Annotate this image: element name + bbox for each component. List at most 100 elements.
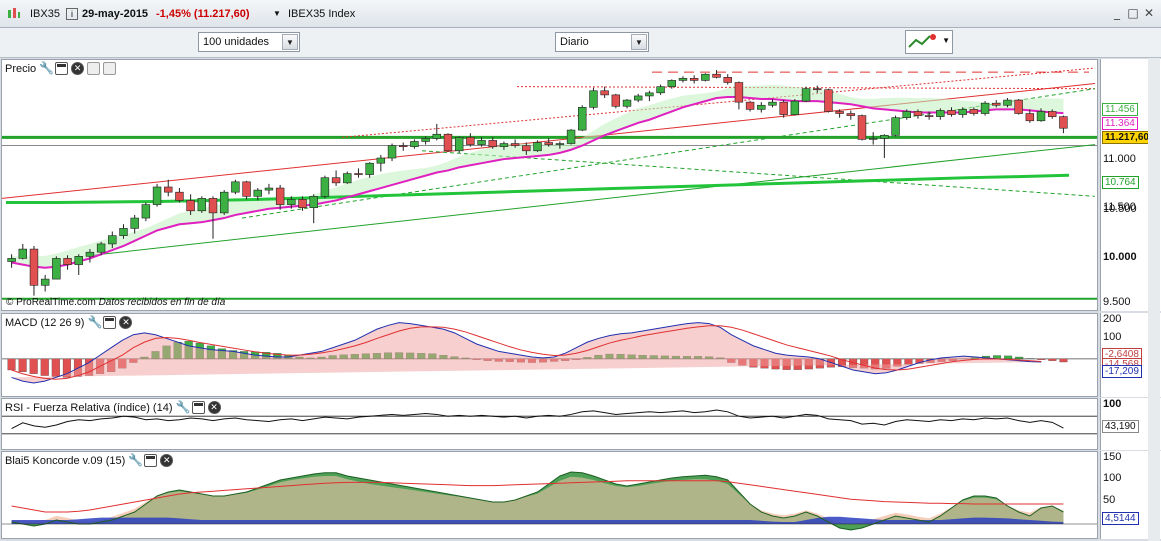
ticker-symbol[interactable]: IBX35 — [30, 8, 60, 20]
window-icon[interactable] — [144, 454, 158, 467]
candle — [443, 133, 453, 152]
zoom-out-icon[interactable] — [103, 62, 117, 75]
candle — [242, 181, 251, 197]
window-icon[interactable] — [55, 62, 69, 75]
macd-histogram-bar — [1037, 358, 1046, 360]
window-icon[interactable] — [103, 316, 117, 329]
candle — [667, 80, 676, 87]
candle — [18, 248, 28, 259]
candle — [410, 141, 419, 147]
close-icon[interactable]: ✕ — [119, 316, 133, 329]
data-note-text: Datos recibidos en fin de día — [98, 297, 226, 308]
axis-tick: 10.000 — [1103, 251, 1137, 263]
candle — [924, 115, 934, 117]
macd-histogram-bar — [904, 358, 913, 365]
price-panel[interactable]: Precio 🔧 ✕ © ProRealTime.com Datos recib… — [1, 59, 1098, 311]
candle — [186, 200, 195, 212]
wrench-icon[interactable]: 🔧 — [128, 454, 143, 467]
candle — [578, 107, 587, 131]
close-icon[interactable]: ✕ — [160, 454, 174, 467]
macd-panel[interactable]: MACD (12 26 9) 🔧 ✕ — [1, 313, 1098, 397]
candle — [622, 99, 632, 107]
chevron-down-icon[interactable]: ▼ — [282, 34, 298, 50]
candle — [208, 198, 218, 214]
koncorde-panel[interactable]: Blai5 Koncorde v.09 (15) 🔧 ✕ — [1, 451, 1098, 539]
drawing-tools-icon — [908, 34, 936, 48]
chevron-down-icon[interactable]: ▼ — [942, 36, 950, 45]
macd-histogram-bar — [1015, 356, 1024, 360]
candle — [432, 133, 442, 139]
macd-histogram-bar — [18, 358, 27, 373]
close-icon[interactable]: ✕ — [1142, 6, 1156, 20]
minimize-icon[interactable]: _ — [1110, 6, 1124, 20]
macd-histogram-bar — [7, 358, 16, 371]
koncorde-panel-header: Blai5 Koncorde v.09 (15) 🔧 ✕ — [5, 454, 174, 467]
candle — [555, 143, 565, 145]
koncorde-panel-title: Blai5 Koncorde v.09 (15) — [5, 454, 126, 467]
candle — [499, 143, 509, 147]
candle — [589, 90, 598, 108]
candle — [868, 138, 878, 140]
units-select[interactable]: 100 unidades ▼ — [198, 32, 300, 52]
candle — [40, 278, 50, 286]
period-select[interactable]: Diario ▼ — [555, 32, 649, 52]
candle — [164, 186, 173, 193]
candle — [399, 145, 408, 147]
dropdown-arrow-icon[interactable]: ▼ — [273, 9, 281, 18]
candle — [992, 102, 1001, 106]
close-icon[interactable]: ✕ — [71, 62, 85, 75]
last-price-tag: 11.217,60 — [1102, 131, 1152, 144]
candle — [387, 145, 397, 159]
candle — [63, 258, 72, 265]
wrench-icon[interactable]: 🔧 — [39, 62, 54, 75]
candle — [958, 109, 967, 115]
candle — [678, 78, 688, 81]
candle — [365, 162, 374, 175]
candle — [343, 173, 352, 184]
units-select-value: 100 unidades — [203, 36, 270, 48]
candle — [298, 199, 307, 208]
candle — [645, 92, 654, 97]
rsi-tag: 43,190 — [1102, 420, 1139, 433]
koncorde-marron-overlay — [11, 476, 1064, 524]
koncorde-tag: 4,5144 — [1102, 512, 1139, 525]
data-source-note: © ProRealTime.com Datos recibidos en fin… — [6, 297, 225, 308]
macd-chart[interactable] — [2, 314, 1098, 397]
close-icon[interactable]: ✕ — [207, 401, 221, 414]
restore-icon[interactable]: □ — [1126, 6, 1140, 20]
price-change: -1,45% (11.217,60) — [156, 8, 250, 20]
candle — [880, 134, 889, 139]
chart-type-icon[interactable] — [6, 7, 20, 21]
candle — [633, 95, 643, 101]
drawing-tools-button[interactable]: ▼ — [905, 30, 953, 54]
price-panel-title: Precio — [5, 62, 37, 75]
price-panel-header: Precio 🔧 ✕ — [5, 62, 117, 75]
zoom-icon[interactable] — [87, 62, 101, 75]
info-icon[interactable]: i — [66, 8, 78, 20]
candle — [544, 142, 553, 145]
price-tag-mm200: 10.764 — [1102, 176, 1139, 189]
rsi-panel[interactable]: RSI - Fuerza Relativa (índice) (14) 🔧 ✕ — [1, 398, 1098, 450]
vertical-scrollbar[interactable] — [1148, 58, 1160, 541]
macd-panel-title: MACD (12 26 9) — [5, 316, 85, 329]
candle — [219, 191, 229, 214]
candle — [175, 191, 184, 201]
candle — [1036, 111, 1046, 122]
chevron-down-icon[interactable]: ▼ — [631, 34, 647, 50]
wrench-icon[interactable]: 🔧 — [176, 401, 191, 414]
prorealtime-window: IBX35 i 29-may-2015 -1,45% (11.217,60) ▼… — [0, 0, 1161, 541]
candle — [936, 110, 945, 117]
candle — [510, 143, 520, 146]
macd-histogram-bar — [1059, 358, 1068, 363]
wrench-icon[interactable]: 🔧 — [87, 316, 102, 329]
candle — [74, 256, 83, 265]
window-icon[interactable] — [191, 401, 205, 414]
candle — [813, 88, 822, 91]
candle — [7, 258, 16, 262]
price-chart[interactable] — [2, 60, 1098, 311]
title-bar: IBX35 i 29-may-2015 -1,45% (11.217,60) ▼… — [0, 0, 1161, 28]
candle — [757, 104, 766, 110]
candle — [846, 113, 856, 116]
candle — [835, 111, 844, 114]
candle — [790, 100, 800, 115]
